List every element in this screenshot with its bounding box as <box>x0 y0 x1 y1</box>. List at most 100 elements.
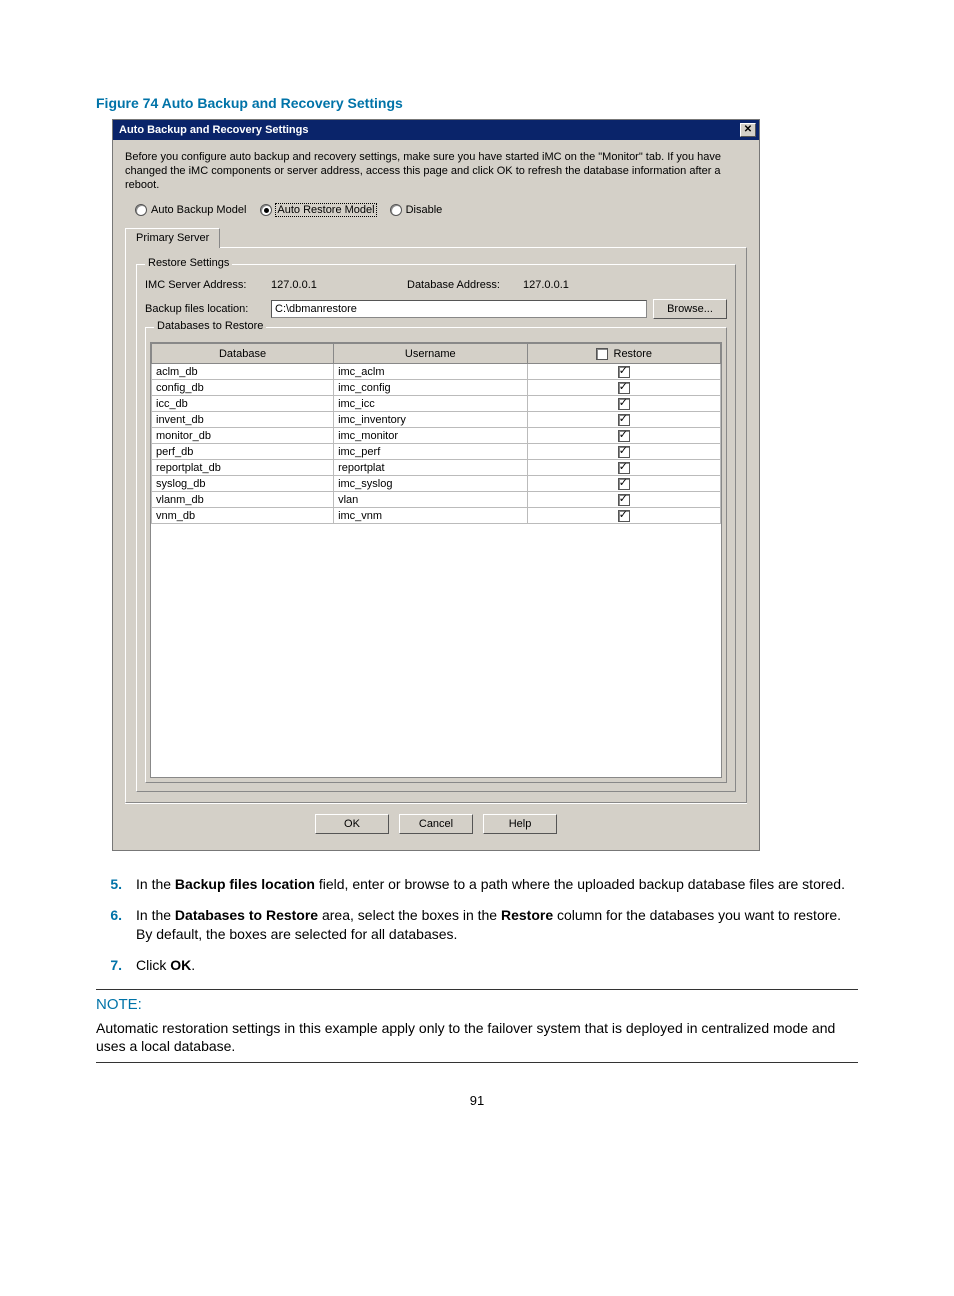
browse-button[interactable]: Browse... <box>653 299 727 319</box>
restore-checkbox[interactable] <box>618 414 630 426</box>
mode-radio-group: Auto Backup Model Auto Restore Model Dis… <box>135 204 747 216</box>
radio-icon <box>135 204 147 216</box>
cell-username: reportplat <box>334 460 527 476</box>
value-db-address: 127.0.0.1 <box>523 279 569 291</box>
cell-username: vlan <box>334 492 527 508</box>
cell-database: icc_db <box>152 396 334 412</box>
cell-restore <box>527 508 720 524</box>
cell-username: imc_icc <box>334 396 527 412</box>
cell-username: imc_syslog <box>334 476 527 492</box>
table-row: reportplat_dbreportplat <box>152 460 721 476</box>
cell-username: imc_monitor <box>334 428 527 444</box>
radio-icon <box>260 204 272 216</box>
close-icon[interactable]: ✕ <box>740 123 756 137</box>
cell-username: imc_aclm <box>334 364 527 380</box>
cell-username: imc_vnm <box>334 508 527 524</box>
cell-restore <box>527 396 720 412</box>
cell-restore <box>527 444 720 460</box>
table-row: perf_dbimc_perf <box>152 444 721 460</box>
cell-username: imc_perf <box>334 444 527 460</box>
restore-checkbox[interactable] <box>618 494 630 506</box>
restore-checkbox[interactable] <box>618 446 630 458</box>
tab-strip: Primary Server Restore Settings IMC Serv… <box>125 228 747 803</box>
cell-restore <box>527 380 720 396</box>
figure-caption: Figure 74 Auto Backup and Recovery Setti… <box>96 95 858 111</box>
step-number: 5. <box>96 875 122 894</box>
step-number: 6. <box>96 906 122 944</box>
restore-checkbox[interactable] <box>618 478 630 490</box>
table-row: config_dbimc_config <box>152 380 721 396</box>
label-backup-location: Backup files location: <box>145 303 265 315</box>
page-number: 91 <box>96 1093 858 1108</box>
table-row: aclm_dbimc_aclm <box>152 364 721 380</box>
table-row: invent_dbimc_inventory <box>152 412 721 428</box>
cell-database: invent_db <box>152 412 334 428</box>
col-header-username[interactable]: Username <box>334 344 527 364</box>
cell-username: imc_inventory <box>334 412 527 428</box>
restore-settings-group: Restore Settings IMC Server Address: 127… <box>136 264 736 792</box>
instruction-steps: 5. In the Backup files location field, e… <box>96 875 858 975</box>
intro-text: Before you configure auto backup and rec… <box>125 150 747 192</box>
label-db-address: Database Address: <box>407 279 517 291</box>
table-row: icc_dbimc_icc <box>152 396 721 412</box>
radio-auto-backup[interactable]: Auto Backup Model <box>135 204 246 216</box>
radio-disable[interactable]: Disable <box>390 204 443 216</box>
cancel-button[interactable]: Cancel <box>399 814 473 834</box>
restore-checkbox[interactable] <box>618 462 630 474</box>
step-number: 7. <box>96 956 122 975</box>
step-text: In the Backup files location field, ente… <box>136 875 858 894</box>
group-legend: Databases to Restore <box>154 320 266 332</box>
restore-checkbox[interactable] <box>618 366 630 378</box>
cell-restore <box>527 460 720 476</box>
cell-database: config_db <box>152 380 334 396</box>
cell-database: aclm_db <box>152 364 334 380</box>
step-text: In the Databases to Restore area, select… <box>136 906 858 944</box>
dialog-title: Auto Backup and Recovery Settings <box>119 124 309 136</box>
cell-restore <box>527 476 720 492</box>
cell-restore <box>527 364 720 380</box>
col-header-database[interactable]: Database <box>152 344 334 364</box>
table-row: vlanm_dbvlan <box>152 492 721 508</box>
table-row: vnm_dbimc_vnm <box>152 508 721 524</box>
cell-database: vnm_db <box>152 508 334 524</box>
table-row: monitor_dbimc_monitor <box>152 428 721 444</box>
radio-icon <box>390 204 402 216</box>
header-restore-checkbox[interactable] <box>596 348 608 360</box>
col-header-restore[interactable]: Restore <box>527 344 720 364</box>
radio-auto-restore[interactable]: Auto Restore Model <box>260 204 375 216</box>
tab-primary-server[interactable]: Primary Server <box>125 228 220 248</box>
databases-to-restore-group: Databases to Restore Database Username <box>145 327 727 783</box>
cell-restore <box>527 428 720 444</box>
cell-database: syslog_db <box>152 476 334 492</box>
step-text: Click OK. <box>136 956 858 975</box>
cell-database: perf_db <box>152 444 334 460</box>
col-header-restore-label: Restore <box>614 348 653 360</box>
cell-username: imc_config <box>334 380 527 396</box>
radio-label: Disable <box>406 204 443 216</box>
group-legend: Restore Settings <box>145 257 232 269</box>
value-imc-address: 127.0.0.1 <box>271 279 401 291</box>
note-body: Automatic restoration settings in this e… <box>96 1019 858 1064</box>
title-bar: Auto Backup and Recovery Settings ✕ <box>113 120 759 140</box>
help-button[interactable]: Help <box>483 814 557 834</box>
radio-label: Auto Backup Model <box>151 204 246 216</box>
cell-database: monitor_db <box>152 428 334 444</box>
restore-checkbox[interactable] <box>618 510 630 522</box>
cell-database: vlanm_db <box>152 492 334 508</box>
dialog-window: Auto Backup and Recovery Settings ✕ Befo… <box>112 119 760 851</box>
radio-label: Auto Restore Model <box>276 204 375 216</box>
backup-location-input[interactable] <box>271 300 647 318</box>
table-row: syslog_dbimc_syslog <box>152 476 721 492</box>
cell-restore <box>527 412 720 428</box>
cell-restore <box>527 492 720 508</box>
restore-checkbox[interactable] <box>618 398 630 410</box>
database-table: Database Username Restore <box>151 343 721 524</box>
note-heading: NOTE: <box>96 996 858 1013</box>
restore-checkbox[interactable] <box>618 382 630 394</box>
ok-button[interactable]: OK <box>315 814 389 834</box>
divider <box>96 989 858 990</box>
cell-database: reportplat_db <box>152 460 334 476</box>
dialog-footer: OK Cancel Help <box>125 803 747 840</box>
label-imc-address: IMC Server Address: <box>145 279 265 291</box>
restore-checkbox[interactable] <box>618 430 630 442</box>
